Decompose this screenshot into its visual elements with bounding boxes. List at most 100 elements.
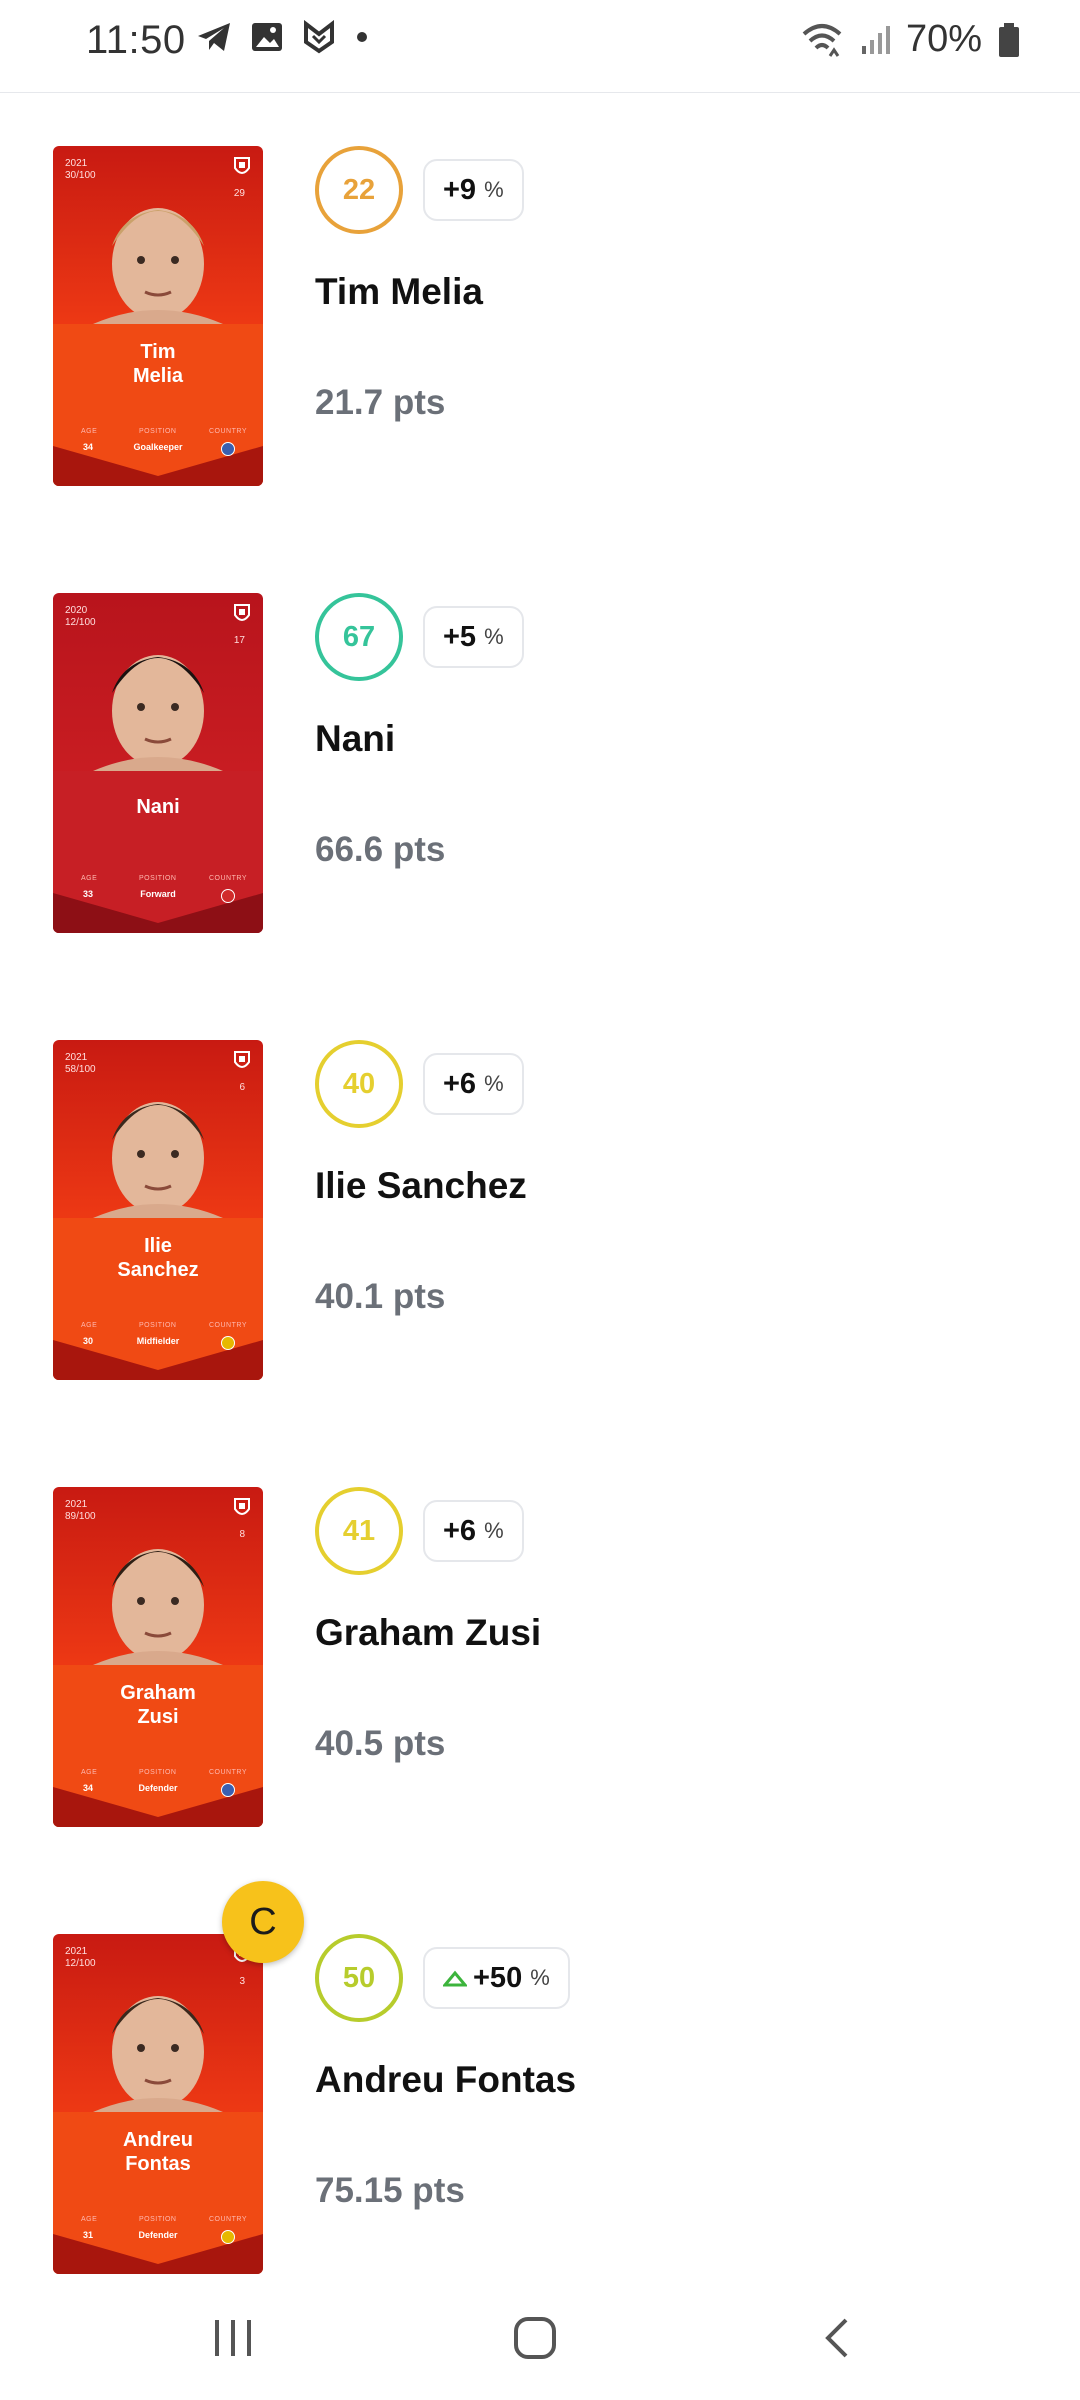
delta-unit: % [484, 1518, 504, 1543]
player-points: 40.5 pts [315, 1724, 446, 1763]
player-row[interactable]: 2021 12/100 3 Andreu Fontas AGE 31 POSITI… [0, 1881, 1080, 2276]
card-position-label: POSITION [139, 428, 177, 435]
card-player-name: Graham Zusi [53, 1681, 263, 1729]
score-badge: 41 [315, 1487, 403, 1575]
system-status: 70% [800, 18, 1020, 61]
score-delta: +5 % [423, 606, 524, 668]
delta-value: +9 [443, 173, 477, 206]
telegram-icon [198, 23, 230, 51]
player-card[interactable]: 2021 12/100 3 Andreu Fontas AGE 31 POSITI… [53, 1934, 263, 2274]
card-last-name: Melia [132, 365, 184, 387]
player-points: 75.15 pts [315, 2171, 465, 2210]
player-row[interactable]: 2020 12/100 17 Nani AGE 33 POSITION Forwa… [0, 540, 1080, 989]
gallery-icon [252, 23, 282, 51]
player-row[interactable]: 2021 89/100 8 Graham Zusi AGE 34 POSITION… [0, 1434, 1080, 1883]
score-badge: 50 [315, 1934, 403, 2022]
card-player-name: Andreu Fontas [53, 2128, 263, 2176]
player-points: 21.7 pts [315, 383, 446, 422]
notification-icons [196, 20, 370, 54]
card-country-label: COUNTRY [209, 1322, 247, 1329]
card-country-label: COUNTRY [209, 428, 247, 435]
dot-icon [357, 32, 367, 42]
recent-apps-button[interactable] [193, 2306, 273, 2370]
country-flag-icon [221, 1783, 235, 1797]
card-meta: AGE 31 POSITION Defender COUNTRY [53, 2216, 263, 2250]
score-badge: 22 [315, 146, 403, 234]
club-crest-icon [234, 604, 250, 621]
card-age-label: AGE [81, 1322, 98, 1329]
card-year: 2021 [65, 1946, 88, 1957]
delta-unit: % [484, 1071, 504, 1096]
card-serial: 12/100 [65, 1958, 96, 1969]
back-icon [825, 2318, 848, 2358]
club-crest-icon [234, 157, 250, 174]
country-flag-icon [221, 2230, 235, 2244]
delta-unit: % [484, 177, 504, 202]
navigation-bar [0, 2276, 1080, 2400]
card-player-name: Tim Melia [53, 340, 263, 388]
card-age-label: AGE [81, 1769, 98, 1776]
card-player-name: Ilie Sanchez [53, 1234, 263, 1282]
card-serial: 12/100 [65, 617, 96, 628]
battery-percentage: 70% [905, 18, 982, 60]
arrow-up-icon [443, 1970, 467, 1987]
delta-value: +5 [443, 620, 477, 653]
card-country-label: COUNTRY [209, 875, 247, 882]
card-position-label: POSITION [139, 2216, 177, 2223]
delta-value: +6 [443, 1514, 477, 1547]
card-number: 8 [239, 1529, 245, 1540]
player-card[interactable]: 2021 30/100 29 Tim Melia AGE 34 POSITION … [53, 146, 263, 486]
card-serial: 58/100 [65, 1064, 96, 1075]
player-points: 66.6 pts [315, 830, 446, 869]
card-last-name: Zusi [137, 1706, 179, 1728]
club-crest-icon [234, 1498, 250, 1515]
card-position-label: POSITION [139, 1322, 177, 1329]
card-number: 17 [233, 635, 245, 646]
club-crest-icon [234, 1051, 250, 1068]
card-first-name: Graham [120, 1682, 196, 1704]
card-year: 2021 [65, 1499, 88, 1510]
player-name: Nani [315, 718, 396, 759]
score-delta: +50 % [423, 1947, 570, 2009]
card-age-label: AGE [81, 428, 98, 435]
country-flag-icon [221, 889, 235, 903]
recent-apps-icon [215, 2320, 251, 2356]
delta-unit: % [530, 1965, 550, 1990]
score-delta: +9 % [423, 159, 524, 221]
vpn-icon [304, 20, 334, 54]
card-edition: 2021 58/100 [65, 1052, 96, 1076]
card-position-label: POSITION [139, 1769, 177, 1776]
delta-unit: % [484, 624, 504, 649]
score-delta: +6 % [423, 1500, 524, 1562]
card-serial: 30/100 [65, 170, 96, 181]
card-serial: 89/100 [65, 1511, 96, 1522]
player-card[interactable]: 2021 89/100 8 Graham Zusi AGE 34 POSITION… [53, 1487, 263, 1827]
back-button[interactable] [798, 2306, 878, 2370]
home-button[interactable] [495, 2306, 575, 2370]
wifi-icon [802, 23, 842, 57]
delta-value: +50 [473, 1961, 523, 1994]
player-row[interactable]: 2021 58/100 6 Ilie Sanchez AGE 30 POSITIO… [0, 987, 1080, 1436]
captain-badge: C [222, 1881, 304, 1963]
card-first-name: Nani [136, 796, 180, 818]
card-meta: AGE 30 POSITION Midfielder COUNTRY [53, 1322, 263, 1356]
card-position-label: POSITION [139, 875, 177, 882]
card-country-label: COUNTRY [209, 2216, 247, 2223]
player-card[interactable]: 2021 58/100 6 Ilie Sanchez AGE 30 POSITIO… [53, 1040, 263, 1380]
card-edition: 2021 12/100 [65, 1946, 96, 1970]
player-row[interactable]: 2021 30/100 29 Tim Melia AGE 34 POSITION … [0, 93, 1080, 542]
card-first-name: Ilie [144, 1235, 172, 1257]
status-bar: 11:50 70% [0, 0, 1080, 94]
player-card[interactable]: 2020 12/100 17 Nani AGE 33 POSITION Forwa… [53, 593, 263, 933]
card-age-label: AGE [81, 2216, 98, 2223]
card-edition: 2021 89/100 [65, 1499, 96, 1523]
card-year: 2020 [65, 605, 88, 616]
home-icon [514, 2317, 556, 2359]
card-first-name: Tim [140, 341, 176, 363]
card-number: 6 [239, 1082, 245, 1093]
status-time: 11:50 [86, 18, 186, 62]
signal-icon [861, 25, 890, 54]
card-country-label: COUNTRY [209, 1769, 247, 1776]
score-badge: 40 [315, 1040, 403, 1128]
card-meta: AGE 33 POSITION Forward COUNTRY [53, 875, 263, 909]
